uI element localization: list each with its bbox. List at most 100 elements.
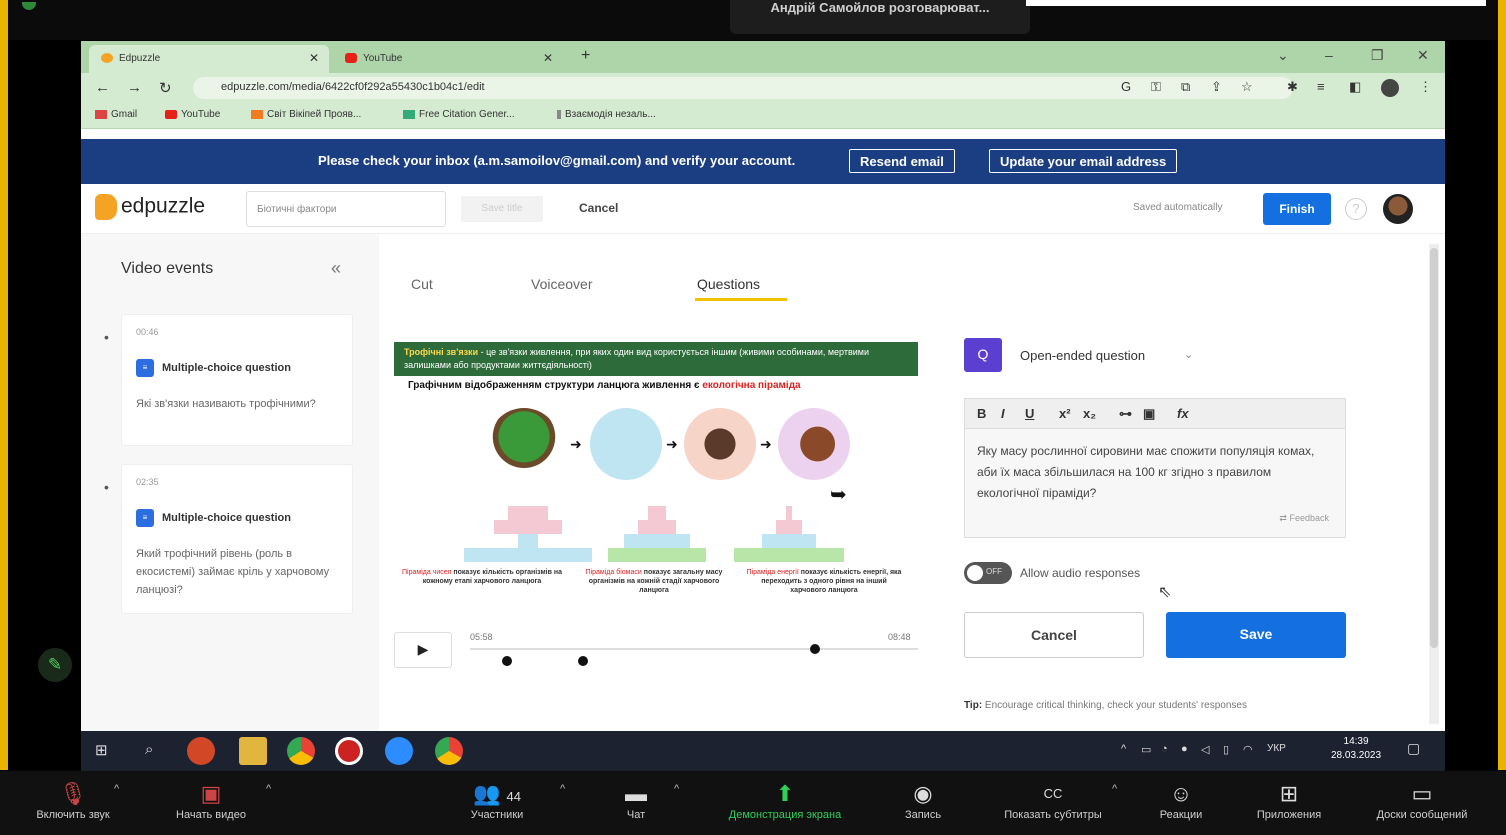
playhead-marker[interactable]: [809, 644, 820, 654]
wifi-icon[interactable]: ◠: [1243, 743, 1253, 756]
captions-chevron-icon[interactable]: ^: [1112, 783, 1117, 795]
share-icon[interactable]: ⇪: [1211, 79, 1222, 95]
save-question-button[interactable]: Save: [1166, 612, 1346, 658]
tab-search-icon[interactable]: ⌄: [1277, 47, 1289, 64]
file-explorer-icon[interactable]: [239, 737, 267, 765]
chevron-down-icon[interactable]: ⌄: [1184, 348, 1193, 361]
edpuzzle-logo[interactable]: edpuzzle: [95, 194, 205, 220]
audio-options-chevron-icon[interactable]: ^: [114, 783, 119, 795]
formula-icon[interactable]: fx: [1177, 406, 1189, 421]
record-button[interactable]: ◉ Запись: [890, 779, 956, 821]
superscript-icon[interactable]: x²: [1059, 406, 1071, 421]
user-avatar[interactable]: [1383, 194, 1413, 224]
translate-icon[interactable]: ⧉: [1181, 79, 1190, 95]
question-marker[interactable]: [578, 656, 588, 666]
underline-icon[interactable]: U: [1025, 406, 1034, 421]
menu-icon[interactable]: ⋮: [1419, 79, 1432, 95]
powerpoint-icon[interactable]: [187, 737, 215, 765]
mic-icon[interactable]: ●: [1181, 743, 1188, 755]
chrome-profile-icon[interactable]: [435, 737, 463, 765]
media-icon[interactable]: ≡: [1317, 79, 1325, 94]
video-options-chevron-icon[interactable]: ^: [266, 783, 271, 795]
annotate-pencil-icon[interactable]: ✎: [38, 648, 72, 682]
progress-track[interactable]: [470, 648, 918, 650]
notifications-icon[interactable]: ▢: [1407, 740, 1420, 757]
clock[interactable]: 14:39 28.03.2023: [1331, 735, 1381, 763]
language-indicator[interactable]: УКР: [1267, 743, 1286, 754]
close-window-icon[interactable]: ✕: [1417, 47, 1429, 64]
battery-icon[interactable]: ▯: [1223, 743, 1229, 756]
resend-email-button[interactable]: Resend email: [849, 149, 955, 173]
image-icon[interactable]: ▣: [1143, 406, 1155, 422]
tray-app-icon[interactable]: ◔: [1161, 743, 1168, 755]
start-video-button[interactable]: ▣ Начать видео: [156, 779, 266, 821]
question-text[interactable]: Яку масу рослинної сировини має спожити …: [977, 441, 1327, 504]
zoom-app-icon[interactable]: [385, 737, 413, 765]
chrome-icon[interactable]: [287, 737, 315, 765]
minimize-icon[interactable]: –: [1325, 47, 1333, 63]
bookmark-other[interactable]: Взаємодія незаль...: [557, 109, 656, 120]
apps-button[interactable]: ⊞ Приложения: [1236, 779, 1342, 821]
finish-button[interactable]: Finish: [1263, 193, 1331, 225]
reload-icon[interactable]: ↻: [159, 79, 172, 97]
tray-arrow-icon[interactable]: ^: [1121, 743, 1126, 755]
forward-icon[interactable]: →: [127, 79, 142, 96]
reactions-button[interactable]: ☺ Реакции: [1144, 779, 1218, 821]
network-icon[interactable]: ▭: [1141, 743, 1151, 756]
close-tab-icon[interactable]: ✕: [543, 51, 553, 65]
tab-questions[interactable]: Questions: [697, 276, 760, 292]
bold-icon[interactable]: B: [977, 406, 986, 421]
tab-youtube[interactable]: YouTube ✕: [333, 45, 563, 73]
video-title-input[interactable]: Біотичні фактори: [246, 191, 446, 227]
whiteboards-button[interactable]: ▭ Доски сообщений: [1352, 779, 1492, 821]
question-type-select[interactable]: Open-ended question: [1020, 348, 1145, 363]
page-scrollbar[interactable]: [1429, 244, 1439, 724]
bookmark-gmail[interactable]: Gmail: [95, 109, 137, 120]
google-icon[interactable]: G: [1121, 79, 1131, 94]
italic-icon[interactable]: I: [1001, 406, 1005, 421]
share-screen-button[interactable]: ⬆ Демонстрация экрана: [700, 779, 870, 821]
back-icon[interactable]: ←: [95, 79, 110, 96]
close-tab-icon[interactable]: ✕: [309, 51, 319, 65]
bookmark-citation[interactable]: Free Citation Gener...: [403, 109, 515, 120]
sidepanel-icon[interactable]: ◧: [1349, 79, 1361, 95]
new-tab-icon[interactable]: +: [581, 47, 590, 65]
search-icon[interactable]: ⌕: [145, 741, 153, 758]
audio-toggle[interactable]: OFF: [964, 562, 1012, 584]
collapse-icon[interactable]: «: [331, 258, 341, 279]
chat-button[interactable]: ▬ Чат: [606, 779, 666, 821]
question-marker[interactable]: [502, 656, 512, 666]
event-card[interactable]: • 00:46 ≡ Multiple-choice question Які зв…: [104, 314, 353, 446]
participants-chevron-icon[interactable]: ^: [560, 783, 565, 795]
cancel-question-button[interactable]: Cancel: [964, 612, 1144, 658]
chat-chevron-icon[interactable]: ^: [674, 783, 679, 795]
update-email-button[interactable]: Update your email address: [989, 149, 1178, 173]
feedback-link[interactable]: ⇄ Feedback: [1279, 513, 1329, 524]
subscript-icon[interactable]: x₂: [1083, 406, 1096, 421]
participants-button[interactable]: 👥 44 Участники: [452, 779, 542, 821]
unmute-button[interactable]: 🎙 Включить звук: [18, 779, 128, 821]
save-title-button[interactable]: Save title: [461, 196, 543, 222]
event-card[interactable]: • 02:35 ≡ Multiple-choice question Який т…: [104, 464, 353, 614]
speaker-icon[interactable]: ◁: [1201, 743, 1209, 756]
captions-button[interactable]: CC Показать субтитры: [978, 779, 1128, 821]
bookmark-youtube[interactable]: YouTube: [165, 109, 220, 120]
tab-voiceover[interactable]: Voiceover: [531, 276, 592, 292]
profile-avatar[interactable]: [1381, 79, 1399, 97]
bookmark-site[interactable]: Світ Вікіпей Прояв...: [251, 109, 361, 120]
link-icon[interactable]: ⊶: [1119, 406, 1132, 422]
key-icon[interactable]: ⚿: [1151, 79, 1161, 95]
scrollbar-thumb[interactable]: [1430, 248, 1438, 648]
tab-cut[interactable]: Cut: [411, 276, 433, 292]
extensions-icon[interactable]: ✱: [1287, 79, 1298, 95]
tab-edpuzzle[interactable]: Edpuzzle ✕: [89, 45, 329, 73]
bookmark-star-icon[interactable]: ☆: [1241, 79, 1253, 95]
video-frame[interactable]: Трофічні зв'язки - це зв'язки живлення, …: [394, 342, 918, 617]
cancel-title-button[interactable]: Cancel: [579, 201, 618, 215]
question-editor[interactable]: B I U x² x₂ ⊶ ▣ fx Яку масу рослинної си…: [964, 398, 1346, 538]
help-icon[interactable]: ?: [1345, 198, 1367, 220]
screen-recorder-icon[interactable]: [335, 737, 363, 765]
play-button[interactable]: ▶: [394, 632, 452, 668]
windows-start-icon[interactable]: ⊞: [95, 741, 108, 759]
maximize-icon[interactable]: ❐: [1371, 47, 1384, 64]
